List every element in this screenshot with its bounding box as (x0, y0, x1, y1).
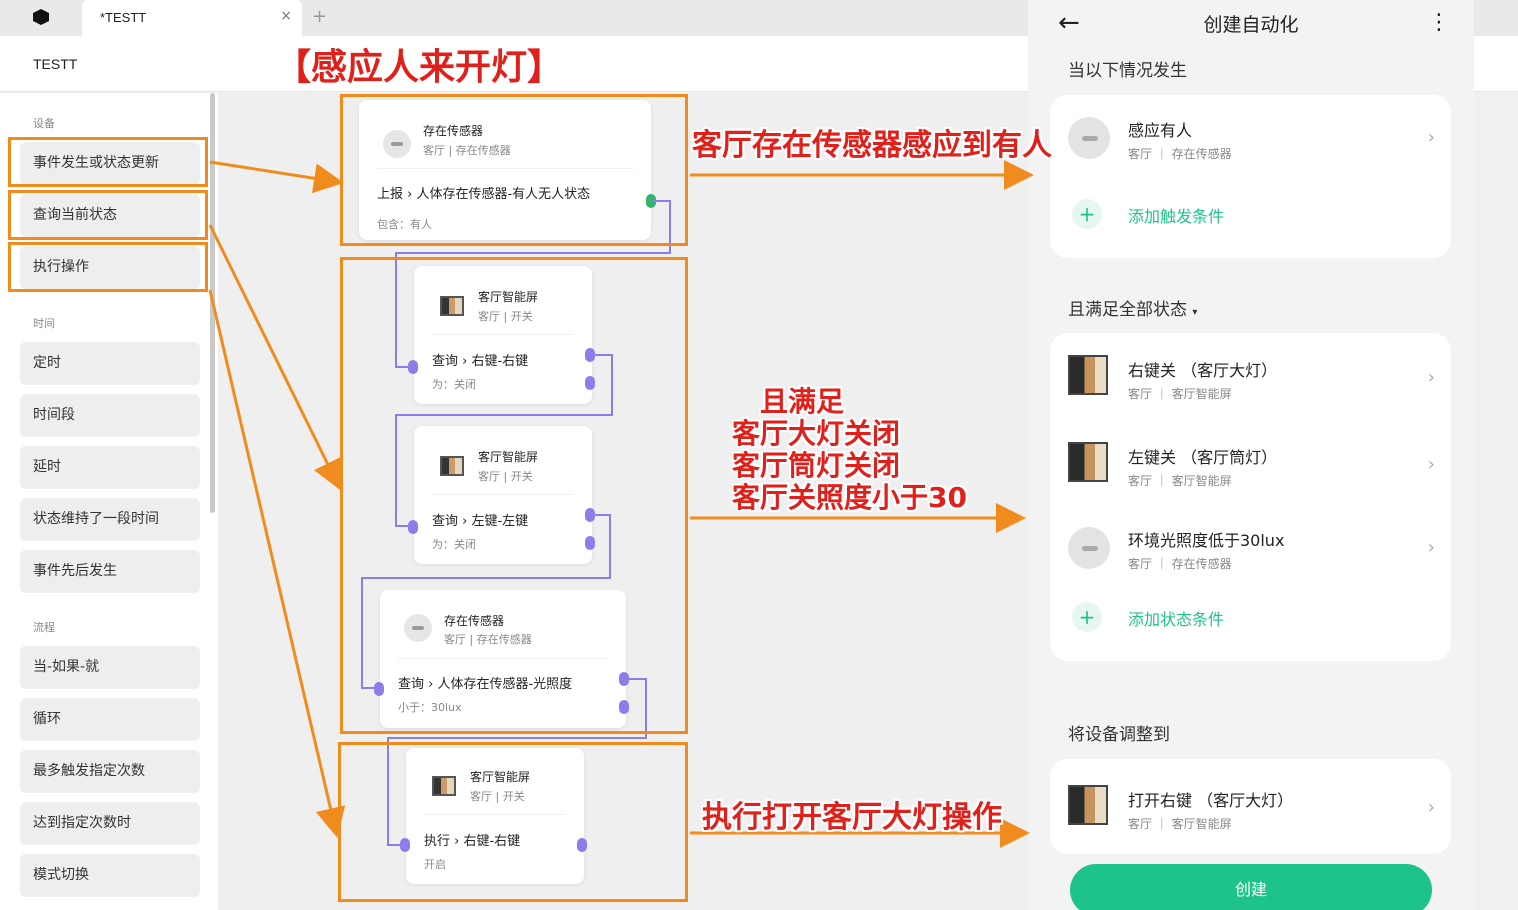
highlight-box-query (8, 190, 208, 240)
annotation-trigger: 客厅存在传感器感应到有人 (692, 128, 1052, 163)
annotation-title: 【感应人来开灯】 (275, 47, 564, 88)
highlight-box-trigger-node (340, 94, 688, 246)
highlight-box-condition-nodes (340, 257, 688, 734)
highlight-box-execute (8, 242, 208, 292)
highlight-box-event (8, 137, 208, 187)
annotation-cond-lux: 客厅关照度小于30 (732, 481, 967, 514)
annotation-action: 执行打开客厅大灯操作 (702, 800, 1002, 835)
highlight-box-action-node (338, 742, 688, 902)
